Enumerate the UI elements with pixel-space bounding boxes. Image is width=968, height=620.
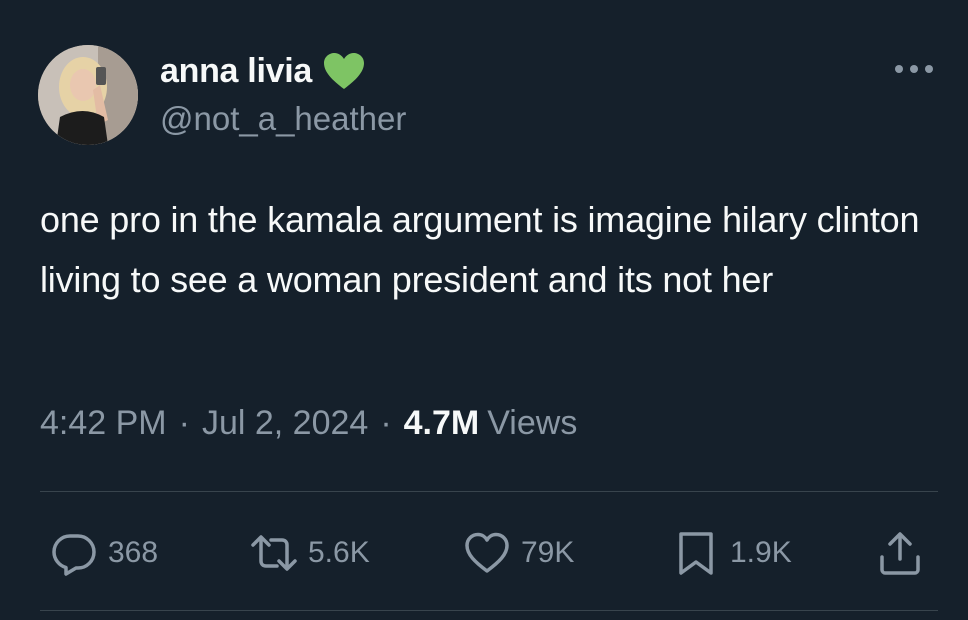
views-count[interactable]: 4.7M — [404, 404, 480, 443]
repost-button[interactable]: 5.6K — [250, 528, 370, 578]
tweet-meta: 4:42 PM · Jul 2, 2024 · 4.7M Views — [40, 404, 577, 443]
display-name[interactable]: anna livia — [160, 52, 312, 91]
green-heart-icon — [322, 51, 366, 91]
avatar-photo — [38, 45, 138, 145]
divider — [40, 610, 938, 611]
like-count: 79K — [521, 536, 575, 569]
repost-icon — [251, 535, 297, 571]
more-options-button[interactable] — [892, 56, 936, 82]
views-label[interactable]: Views — [487, 404, 577, 443]
reply-icon — [52, 534, 96, 576]
tweet-text: one pro in the kamala argument is imagin… — [40, 199, 920, 300]
bookmark-icon — [679, 532, 713, 575]
share-icon — [880, 532, 920, 575]
tweet-time[interactable]: 4:42 PM — [40, 404, 167, 443]
avatar[interactable] — [38, 45, 138, 145]
meta-separator: · — [380, 404, 392, 442]
more-dots-icon — [895, 65, 933, 73]
tweet-card: anna livia @not_a_heather one pro in the… — [0, 0, 968, 620]
tweet-date[interactable]: Jul 2, 2024 — [202, 404, 368, 443]
display-name-row: anna livia — [160, 50, 366, 92]
divider — [40, 491, 938, 492]
action-bar: 368 5.6K 79K 1.9K — [50, 528, 930, 578]
heart-icon — [465, 532, 509, 573]
like-button[interactable]: 79K — [463, 528, 574, 578]
user-handle[interactable]: @not_a_heather — [160, 100, 406, 138]
repost-count: 5.6K — [308, 536, 370, 569]
bookmark-count: 1.9K — [730, 536, 792, 569]
meta-separator: · — [178, 404, 190, 442]
share-button[interactable] — [876, 528, 924, 578]
bookmark-button[interactable]: 1.9K — [672, 528, 792, 578]
reply-button[interactable]: 368 — [50, 528, 158, 578]
reply-count: 368 — [108, 536, 159, 569]
